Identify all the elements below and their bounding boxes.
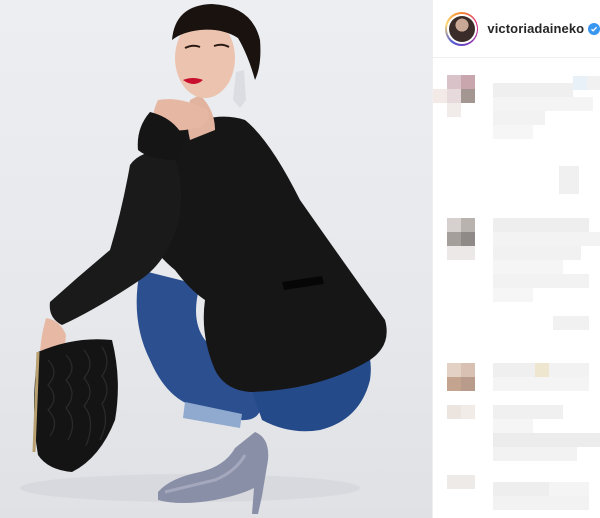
post-side-panel: victoriadaineko <box>432 0 600 518</box>
post-photo[interactable] <box>0 0 432 518</box>
avatar-photo <box>448 15 475 42</box>
verified-badge-icon <box>588 22 600 35</box>
avatar[interactable] <box>445 11 479 46</box>
fashion-photo-illustration <box>20 4 387 514</box>
username-link[interactable]: victoriadaineko <box>487 21 584 36</box>
post-header: victoriadaineko <box>433 0 600 58</box>
comments-pixelated <box>433 58 600 518</box>
avatar-inner <box>446 13 477 44</box>
